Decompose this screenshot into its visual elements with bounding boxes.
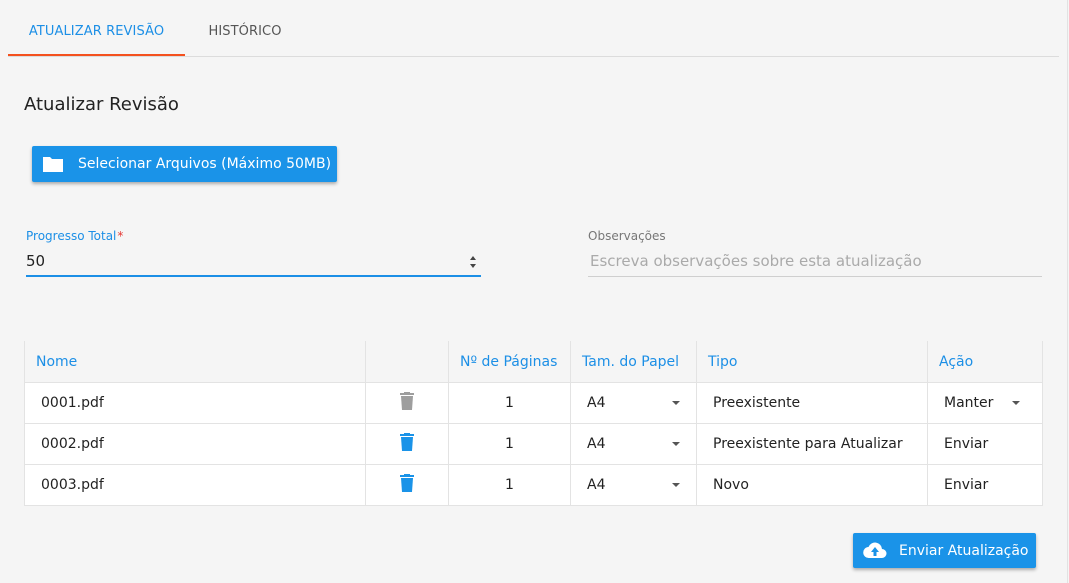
chevron-down-icon xyxy=(672,401,680,405)
chevron-down-icon xyxy=(672,483,680,487)
action-select[interactable]: Manter xyxy=(944,395,1026,411)
cell-type: Novo xyxy=(696,464,928,506)
table-header-row: Nome Nº de Páginas Tam. do Papel Tipo Aç… xyxy=(24,341,1043,383)
trash-icon xyxy=(400,392,414,410)
cell-pages: 1 xyxy=(448,464,571,506)
cell-delete[interactable] xyxy=(365,423,449,465)
col-header-nome: Nome xyxy=(24,341,366,383)
cell-pages: 1 xyxy=(448,382,571,424)
send-update-button[interactable]: Enviar Atualização xyxy=(853,533,1036,568)
progress-input[interactable]: 50 xyxy=(26,250,481,277)
cell-action: Enviar xyxy=(927,423,1043,465)
select-files-button[interactable]: Selecionar Arquivos (Máximo 50MB) xyxy=(32,146,337,182)
table-row: 0002.pdf 1 A4 Preexistente para Atualiza… xyxy=(24,423,1043,465)
observations-input[interactable]: Escreva observações sobre esta atualizaç… xyxy=(588,250,1042,277)
chevron-down-icon xyxy=(672,442,680,446)
section-title: Atualizar Revisão xyxy=(24,94,179,115)
cell-paper[interactable]: A4 xyxy=(570,382,697,424)
folder-icon xyxy=(42,155,64,173)
tab-bar: ATUALIZAR REVISÃO HISTÓRICO xyxy=(8,8,1059,57)
col-header-paginas: Nº de Páginas xyxy=(448,341,571,383)
chevron-down-icon xyxy=(1012,401,1020,405)
col-header-papel: Tam. do Papel xyxy=(570,341,697,383)
cell-action: Enviar xyxy=(927,464,1043,506)
action-value: Manter xyxy=(944,395,994,411)
paper-select[interactable]: A4 xyxy=(587,395,680,411)
spinner-arrows-icon[interactable] xyxy=(469,255,477,269)
paper-select[interactable]: A4 xyxy=(587,436,680,452)
cell-action[interactable]: Manter xyxy=(927,382,1043,424)
tab-atualizar-revisao[interactable]: ATUALIZAR REVISÃO xyxy=(8,8,185,56)
tab-historico[interactable]: HISTÓRICO xyxy=(185,8,305,55)
observations-placeholder: Escreva observações sobre esta atualizaç… xyxy=(590,252,922,270)
send-update-label: Enviar Atualização xyxy=(899,542,1029,559)
cell-paper[interactable]: A4 xyxy=(570,464,697,506)
paper-value: A4 xyxy=(587,395,606,411)
cell-type: Preexistente xyxy=(696,382,928,424)
cell-name: 0003.pdf xyxy=(24,464,366,506)
col-header-tipo: Tipo xyxy=(696,341,928,383)
cloud-upload-icon xyxy=(863,542,887,560)
table-row: 0001.pdf 1 A4 Preexistente Manter xyxy=(24,382,1043,424)
progress-label-text: Progresso Total xyxy=(26,229,117,243)
cell-type: Preexistente para Atualizar xyxy=(696,423,928,465)
cell-name: 0002.pdf xyxy=(24,423,366,465)
paper-value: A4 xyxy=(587,436,606,452)
observations-label: Observações xyxy=(588,229,666,243)
col-header-acao: Ação xyxy=(927,341,1043,383)
progress-label: Progresso Total* xyxy=(26,229,123,243)
progress-value: 50 xyxy=(26,252,46,270)
table-row: 0003.pdf 1 A4 Novo Enviar xyxy=(24,464,1043,506)
cell-delete[interactable] xyxy=(365,464,449,506)
trash-icon[interactable] xyxy=(400,474,414,492)
select-files-label: Selecionar Arquivos (Máximo 50MB) xyxy=(78,156,332,172)
cell-name: 0001.pdf xyxy=(24,382,366,424)
cell-paper[interactable]: A4 xyxy=(570,423,697,465)
revision-panel: ATUALIZAR REVISÃO HISTÓRICO Atualizar Re… xyxy=(0,0,1068,583)
required-mark: * xyxy=(117,229,124,243)
col-header-delete xyxy=(365,341,449,383)
cell-pages: 1 xyxy=(448,423,571,465)
cell-delete xyxy=(365,382,449,424)
files-table: Nome Nº de Páginas Tam. do Papel Tipo Aç… xyxy=(24,341,1043,506)
paper-value: A4 xyxy=(587,477,606,493)
paper-select[interactable]: A4 xyxy=(587,477,680,493)
trash-icon[interactable] xyxy=(400,433,414,451)
